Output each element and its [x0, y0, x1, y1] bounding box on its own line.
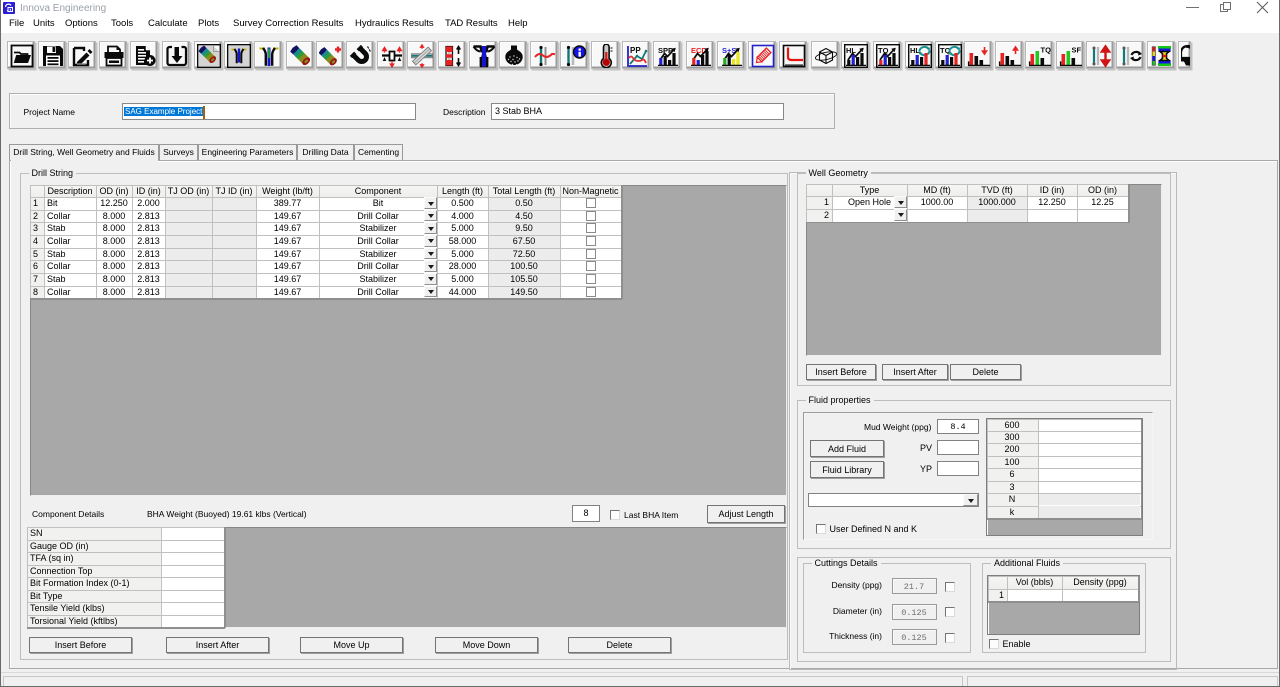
svg-text:SF: SF [1072, 46, 1082, 55]
svg-text:TQ: TQ [878, 46, 889, 55]
svg-text:HL: HL [846, 46, 856, 55]
svg-text:PP: PP [630, 46, 641, 55]
svg-text:TQ: TQ [1041, 46, 1052, 55]
